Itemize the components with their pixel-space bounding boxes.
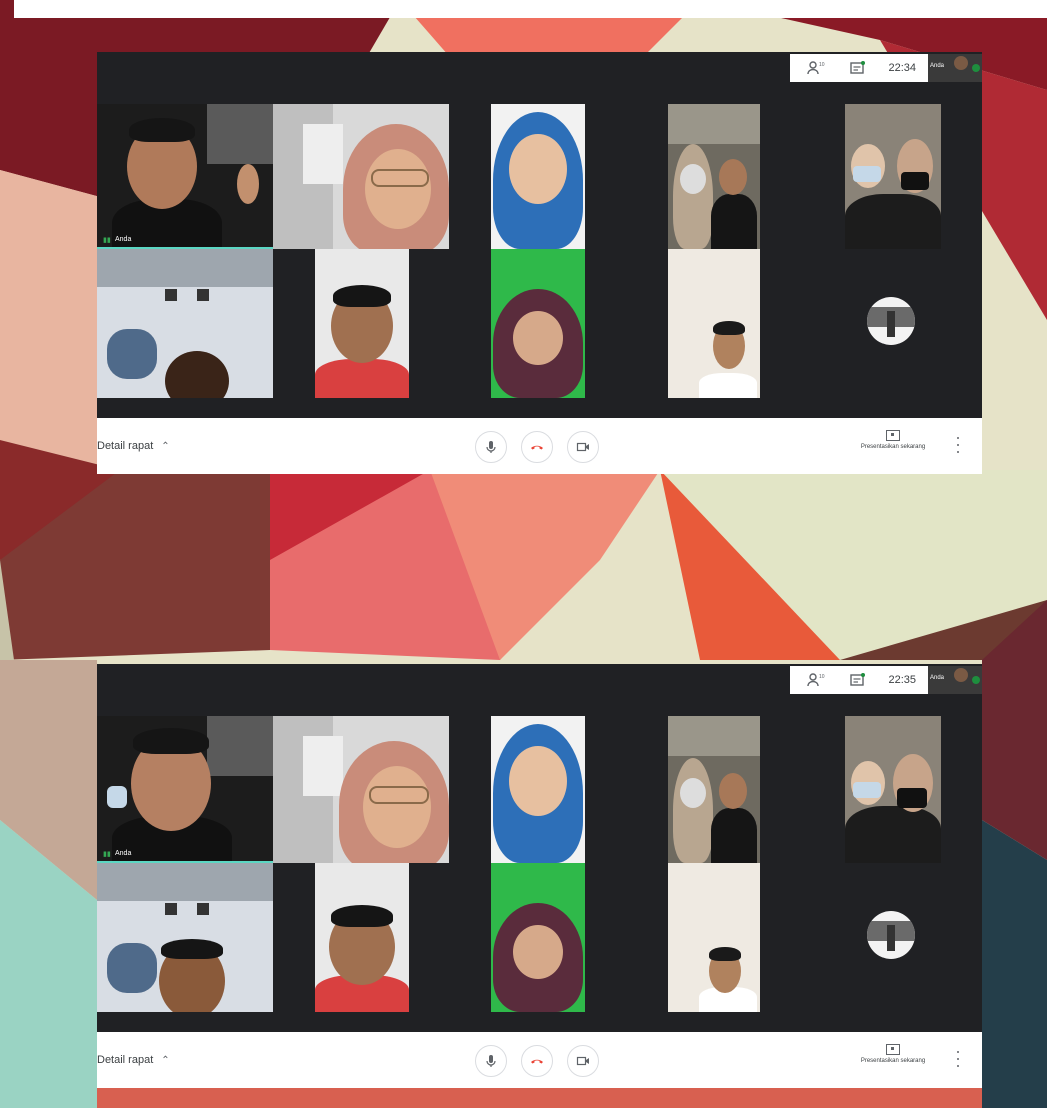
more-options-icon[interactable] <box>955 437 961 453</box>
participant-tile[interactable] <box>625 104 801 249</box>
participant-tile[interactable] <box>625 716 801 863</box>
participant-tile[interactable]: ▮▮ Anda <box>97 716 273 863</box>
microphone-button[interactable] <box>475 1045 507 1077</box>
chat-icon[interactable] <box>846 58 870 78</box>
participant-grid: ▮▮ Anda <box>97 104 982 398</box>
top-right-controls: 10 22:34 Anda <box>790 54 982 82</box>
present-now-label: Presentasikan sekarang <box>860 1058 926 1064</box>
participant-tile[interactable] <box>273 249 449 398</box>
top-right-controls: 10 22:35 Anda <box>790 666 982 694</box>
chat-icon[interactable] <box>846 670 870 690</box>
participant-tile[interactable] <box>449 104 625 249</box>
call-controls <box>475 1045 613 1077</box>
participant-tile[interactable] <box>801 249 982 398</box>
more-options-icon[interactable] <box>955 1051 961 1067</box>
participant-tile[interactable] <box>97 249 273 398</box>
hang-up-button[interactable] <box>521 1045 553 1077</box>
participant-tile[interactable]: ▮▮ Anda <box>97 104 273 249</box>
meeting-details-label: Detail rapat <box>97 1054 154 1066</box>
top-border <box>14 0 1047 18</box>
camera-icon <box>576 442 589 452</box>
camera-button[interactable] <box>567 431 599 463</box>
svg-text:10: 10 <box>819 674 825 680</box>
participant-name: ▮▮ Anda <box>103 850 132 858</box>
participant-tile[interactable] <box>97 863 273 1012</box>
hang-up-button[interactable] <box>521 431 553 463</box>
participant-avatar <box>867 911 915 959</box>
chevron-up-icon: ⌃ <box>161 1054 170 1066</box>
call-controls <box>475 431 613 463</box>
present-now-label: Presentasikan sekarang <box>860 444 926 450</box>
top-bar: 10 22:35 Anda <box>97 664 982 714</box>
people-icon[interactable]: 10 <box>804 670 828 690</box>
microphone-button[interactable] <box>475 431 507 463</box>
participant-tile[interactable] <box>273 716 449 863</box>
microphone-icon <box>486 441 496 453</box>
participant-tile[interactable] <box>449 249 625 398</box>
audio-level-icon: ▮▮ <box>103 237 111 244</box>
self-view-face <box>954 56 968 70</box>
camera-button[interactable] <box>567 1045 599 1077</box>
self-view-thumbnail[interactable]: Anda <box>928 54 982 82</box>
participant-tile[interactable] <box>273 863 449 1012</box>
chevron-up-icon: ⌃ <box>161 440 170 452</box>
people-icon[interactable]: 10 <box>804 58 828 78</box>
meet-screen-2: 10 22:35 Anda ▮▮ Anda Detail rapat ⌃ Pre… <box>97 664 982 1088</box>
participant-grid: ▮▮ Anda <box>97 716 982 1012</box>
microphone-icon <box>486 1055 496 1067</box>
clock: 22:35 <box>888 674 916 686</box>
hang-up-icon <box>531 445 543 450</box>
participant-tile[interactable] <box>801 104 982 249</box>
svg-text:10: 10 <box>819 62 825 68</box>
audio-level-icon: ▮▮ <box>103 851 111 858</box>
self-view-label: Anda <box>930 63 945 69</box>
camera-icon <box>576 1056 589 1066</box>
present-screen-icon <box>886 430 900 441</box>
meeting-details[interactable]: Detail rapat ⌃ <box>97 440 170 452</box>
self-view-face <box>954 668 968 682</box>
hang-up-icon <box>531 1059 543 1064</box>
present-screen-icon <box>886 1044 900 1055</box>
present-now-button[interactable]: Presentasikan sekarang <box>845 430 941 450</box>
participant-avatar <box>867 297 915 345</box>
mic-active-icon <box>972 64 980 72</box>
participant-tile[interactable] <box>449 863 625 1012</box>
bottom-control-bar: Detail rapat ⌃ Presentasikan sekarang <box>97 1032 982 1088</box>
participant-tile[interactable] <box>449 716 625 863</box>
participant-name: ▮▮ Anda <box>103 236 132 244</box>
meeting-details[interactable]: Detail rapat ⌃ <box>97 1054 170 1066</box>
participant-tile[interactable] <box>625 863 801 1012</box>
meet-screen-1: 10 22:34 Anda ▮▮ Anda Detail rapat ⌃ Pre… <box>97 52 982 474</box>
self-view-thumbnail[interactable]: Anda <box>928 666 982 694</box>
clock: 22:34 <box>888 62 916 74</box>
self-view-label: Anda <box>930 675 945 681</box>
participant-tile[interactable] <box>801 716 982 863</box>
participant-tile[interactable] <box>625 249 801 398</box>
participant-tile[interactable] <box>801 863 982 1012</box>
top-bar: 10 22:34 Anda <box>97 52 982 102</box>
participant-tile[interactable] <box>273 104 449 249</box>
meeting-details-label: Detail rapat <box>97 440 154 452</box>
mic-active-icon <box>972 676 980 684</box>
bottom-control-bar: Detail rapat ⌃ Presentasikan sekarang <box>97 418 982 474</box>
present-now-button[interactable]: Presentasikan sekarang <box>845 1044 941 1064</box>
